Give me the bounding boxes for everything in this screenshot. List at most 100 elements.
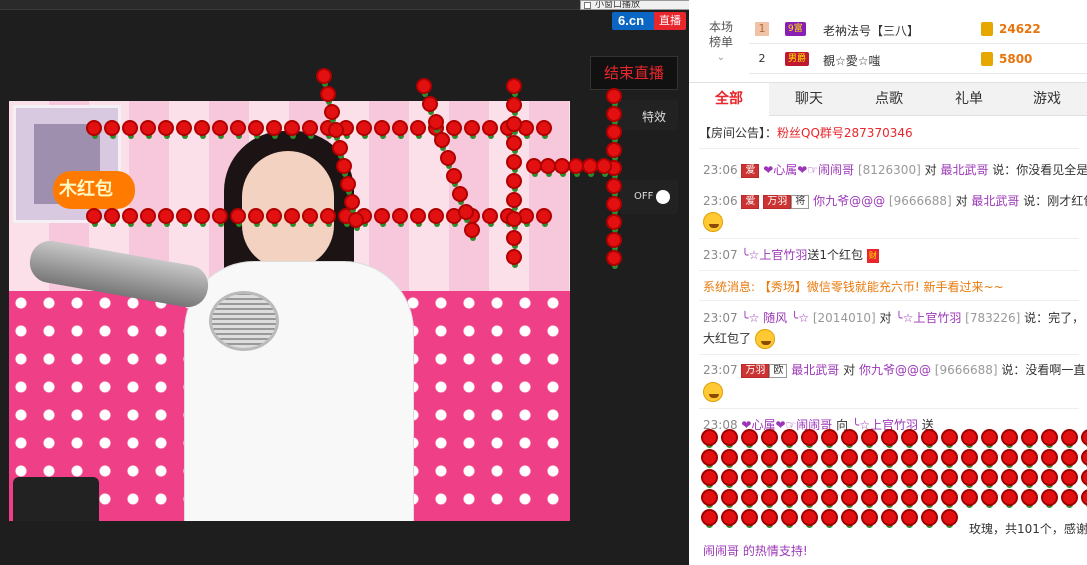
rose-icon <box>1003 471 1016 484</box>
rose-icon <box>608 126 620 138</box>
message-target[interactable]: 最北武哥 <box>940 163 988 177</box>
divider <box>699 300 1079 301</box>
ranking-header[interactable]: 本场 榜单 ⌄ <box>699 20 743 65</box>
tab-gifts[interactable]: 礼单 <box>929 83 1009 117</box>
rose-icon <box>843 511 856 524</box>
rose-icon <box>723 451 736 464</box>
rose-icon <box>178 122 190 134</box>
rose-icon <box>1083 431 1087 444</box>
tab-all[interactable]: 全部 <box>689 83 769 118</box>
rose-icon <box>843 491 856 504</box>
rose-icon <box>823 451 836 464</box>
checkbox-icon[interactable] <box>584 2 591 9</box>
rose-icon <box>556 160 568 172</box>
rose-icon <box>460 206 472 218</box>
chat-tabs: 全部 聊天 点歌 礼单 游戏 <box>689 82 1087 118</box>
rose-icon <box>196 210 208 222</box>
message-user[interactable]: 最北武哥 <box>791 363 839 377</box>
emoji-line <box>703 382 1087 402</box>
rose-icon <box>903 471 916 484</box>
rose-icon <box>863 511 876 524</box>
red-packet-icon[interactable]: 财 <box>866 248 879 263</box>
level-badge: 9富 <box>785 22 806 36</box>
rose-icon <box>903 491 916 504</box>
message-text: 说：你没看见全是2 <box>992 163 1087 177</box>
rose-icon <box>448 210 460 222</box>
message-target[interactable]: 最北武哥 <box>971 194 1019 208</box>
rose-icon <box>843 471 856 484</box>
rose-icon <box>214 210 226 222</box>
rose-icon <box>304 122 316 134</box>
rose-icon <box>338 160 350 172</box>
message-user[interactable]: ╰☆ 随风 ╰☆ <box>741 311 809 325</box>
logo-text: 6.cn <box>618 13 645 28</box>
rose-icon <box>723 511 736 524</box>
rose-icon <box>430 116 442 128</box>
tab-songs[interactable]: 点歌 <box>849 83 929 117</box>
rose-icon <box>418 80 430 92</box>
rose-icon <box>1023 471 1036 484</box>
message-to: 对 <box>843 363 856 377</box>
rose-icon <box>250 210 262 222</box>
tab-chat[interactable]: 聊天 <box>769 83 849 117</box>
rose-icon <box>250 122 262 134</box>
small-window-checkbox[interactable]: 小窗口播放 <box>580 0 690 10</box>
ranking-user-name[interactable]: 老衲法号【三八】 <box>823 22 919 39</box>
message-target[interactable]: ╰☆上官竹羽 <box>895 311 961 325</box>
coin-icon <box>981 22 993 36</box>
ranking-row[interactable]: 1 9富 老衲法号【三八】 24622 <box>749 16 1087 44</box>
ranking-row[interactable]: 2 男爵 覩☆愛☆嗤 5800 <box>749 46 1087 74</box>
rose-icon <box>538 122 550 134</box>
rose-icon <box>1043 491 1056 504</box>
rose-icon <box>1023 491 1036 504</box>
rose-icon <box>424 98 436 110</box>
rose-icon <box>598 160 610 172</box>
message-text: 说：刚才红包 <box>1023 194 1087 208</box>
sweat-smiley-icon <box>754 329 775 349</box>
rose-icon <box>334 142 346 154</box>
message-user[interactable]: ❤心属❤☞闹闹哥 <box>763 163 854 177</box>
rose-icon <box>783 451 796 464</box>
message-target[interactable]: 你九爷@@@ <box>859 363 931 377</box>
rose-icon <box>608 108 620 120</box>
rose-icon <box>286 122 298 134</box>
rose-icon <box>703 451 716 464</box>
divider <box>699 354 1079 355</box>
rose-icon <box>466 122 478 134</box>
message-user[interactable]: ╰☆上官竹羽 <box>741 248 807 262</box>
rose-icon <box>923 431 936 444</box>
rose-icon <box>1063 491 1076 504</box>
ranking-user-name[interactable]: 覩☆愛☆嗤 <box>823 52 881 69</box>
chevron-down-icon[interactable]: ⌄ <box>699 50 743 65</box>
system-label: 系统消息: <box>703 280 756 294</box>
rose-icon <box>106 210 118 222</box>
rose-icon <box>304 210 316 222</box>
rose-icon <box>823 511 836 524</box>
rose-icon <box>883 511 896 524</box>
tab-games[interactable]: 游戏 <box>1007 83 1087 117</box>
message-time: 23:07 <box>703 363 738 377</box>
message-to: 对 <box>879 311 892 325</box>
message-target[interactable]: ╰☆上官竹羽 <box>852 418 918 432</box>
message-user[interactable]: ❤心属❤☞闹闹哥 <box>741 418 832 432</box>
rose-icon <box>608 252 620 264</box>
rose-icon <box>448 122 460 134</box>
rose-icon <box>783 431 796 444</box>
microphone <box>209 291 279 351</box>
message-time: 23:06 <box>703 163 738 177</box>
rose-icon <box>983 431 996 444</box>
rose-icon <box>350 214 362 226</box>
message-user[interactable]: 你九爷@@@ <box>813 194 885 208</box>
rose-icon <box>508 232 520 244</box>
rose-icon <box>484 210 496 222</box>
rose-icon <box>88 210 100 222</box>
rose-icon <box>903 511 916 524</box>
rose-icon <box>412 122 424 134</box>
rose-icon <box>883 491 896 504</box>
rose-icon <box>923 471 936 484</box>
message-text: 说：完了， <box>1024 311 1085 325</box>
message-to: 向 <box>836 418 849 432</box>
message-time: 23:07 <box>703 311 738 325</box>
rose-icon <box>743 431 756 444</box>
system-text[interactable]: 【秀场】微信零钱就能充六币! 新手看过来~~ <box>759 280 1004 294</box>
